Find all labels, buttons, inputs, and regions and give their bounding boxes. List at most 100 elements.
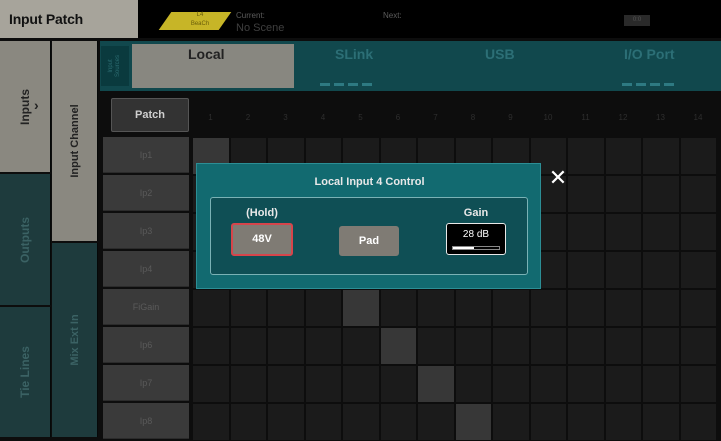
tab-inputs[interactable]: Inputs › (0, 41, 51, 172)
patch-cell[interactable] (342, 365, 380, 403)
patch-cell[interactable] (567, 175, 605, 213)
patch-cell[interactable] (342, 289, 380, 327)
patch-cell[interactable] (492, 403, 530, 441)
tab-mix-ext-in[interactable]: Mix Ext In (52, 243, 98, 437)
patch-cell[interactable] (267, 403, 305, 441)
patch-cell[interactable] (379, 365, 417, 403)
patch-cell[interactable] (567, 213, 605, 251)
source-tab-local-label: Local (188, 46, 225, 62)
patch-cell[interactable] (679, 213, 717, 251)
patch-cell[interactable] (454, 327, 492, 365)
patch-cell[interactable] (379, 289, 417, 327)
patch-cell[interactable] (379, 327, 417, 365)
patch-cell[interactable] (679, 175, 717, 213)
patch-cell[interactable] (604, 251, 642, 289)
patch-cell[interactable] (642, 403, 680, 441)
source-tab-io-port[interactable]: I/O Port (624, 46, 675, 62)
row-label: Ip7 (103, 365, 189, 401)
tab-input-channel[interactable]: Input Channel (52, 41, 98, 241)
patch-cell[interactable] (567, 365, 605, 403)
patch-cell[interactable] (417, 403, 455, 441)
patch-cell[interactable] (454, 365, 492, 403)
gain-control[interactable]: 28 dB (446, 223, 506, 255)
patch-cell[interactable] (529, 403, 567, 441)
patch-cell[interactable] (417, 327, 455, 365)
patch-cell[interactable] (417, 289, 455, 327)
patch-button[interactable]: Patch (111, 98, 189, 132)
gain-meter-fill (453, 247, 474, 249)
patch-cell[interactable] (267, 365, 305, 403)
patch-cell[interactable] (492, 327, 530, 365)
patch-cell[interactable] (192, 403, 230, 441)
patch-cell[interactable] (304, 327, 342, 365)
hold-label: (Hold) (246, 207, 278, 219)
patch-cell[interactable] (567, 327, 605, 365)
tab-outputs[interactable]: Outputs (0, 174, 51, 305)
pad-button[interactable]: Pad (339, 226, 399, 256)
patch-cell[interactable] (604, 403, 642, 441)
patch-cell[interactable] (229, 403, 267, 441)
patch-cell[interactable] (492, 289, 530, 327)
column-header: 2 (245, 113, 251, 122)
patch-cell[interactable] (567, 403, 605, 441)
patch-cell[interactable] (454, 289, 492, 327)
patch-cell[interactable] (229, 365, 267, 403)
patch-cell[interactable] (642, 251, 680, 289)
patch-cell[interactable] (567, 289, 605, 327)
patch-cell[interactable] (417, 365, 455, 403)
row-label: Ip6 (103, 327, 189, 363)
dialog-title: Local Input 4 Control (314, 176, 425, 188)
patch-cell[interactable] (604, 175, 642, 213)
patch-cell[interactable] (642, 289, 680, 327)
patch-cell[interactable] (192, 289, 230, 327)
column-header: 14 (693, 113, 703, 122)
patch-cell[interactable] (342, 327, 380, 365)
patch-cell[interactable] (642, 365, 680, 403)
gain-label: Gain (463, 207, 489, 219)
patch-cell[interactable] (267, 289, 305, 327)
patch-cell[interactable] (679, 403, 717, 441)
column-header: 7 (433, 113, 438, 122)
patch-cell[interactable] (679, 289, 717, 327)
close-icon[interactable]: ✕ (548, 167, 568, 189)
row-label: Ip4 (103, 251, 189, 287)
patch-cell[interactable] (529, 365, 567, 403)
patch-cell[interactable] (304, 289, 342, 327)
patch-cell[interactable] (679, 251, 717, 289)
patch-cell[interactable] (567, 251, 605, 289)
column-header: 3 (283, 113, 288, 122)
patch-cell[interactable] (679, 137, 717, 175)
patch-cell[interactable] (604, 289, 642, 327)
patch-cell[interactable] (604, 365, 642, 403)
patch-cell[interactable] (642, 137, 680, 175)
patch-cell[interactable] (304, 403, 342, 441)
patch-cell[interactable] (267, 327, 305, 365)
patch-cell[interactable] (379, 403, 417, 441)
patch-cell[interactable] (342, 403, 380, 441)
tab-mix-ext-in-label: Mix Ext In (68, 314, 81, 366)
patch-cell[interactable] (454, 403, 492, 441)
patch-cell[interactable] (567, 137, 605, 175)
patch-cell[interactable] (604, 327, 642, 365)
patch-cell[interactable] (229, 289, 267, 327)
patch-cell[interactable] (679, 327, 717, 365)
io-port-indicator-dots (622, 73, 678, 86)
patch-cell[interactable] (642, 175, 680, 213)
source-tab-slink[interactable]: SLink (335, 46, 373, 62)
patch-cell[interactable] (304, 365, 342, 403)
patch-cell[interactable] (604, 213, 642, 251)
tab-input-channel-label: Input Channel (68, 104, 81, 178)
tab-tie-lines[interactable]: Tie Lines (0, 307, 51, 437)
patch-cell[interactable] (679, 365, 717, 403)
patch-cell[interactable] (642, 213, 680, 251)
patch-cell[interactable] (529, 289, 567, 327)
patch-cell[interactable] (229, 327, 267, 365)
patch-cell[interactable] (492, 365, 530, 403)
patch-cell[interactable] (192, 327, 230, 365)
phantom-48v-button[interactable]: 48V (231, 223, 293, 256)
patch-cell[interactable] (192, 365, 230, 403)
source-tab-usb[interactable]: USB (485, 46, 515, 62)
patch-cell[interactable] (529, 327, 567, 365)
patch-cell[interactable] (642, 327, 680, 365)
patch-cell[interactable] (604, 137, 642, 175)
